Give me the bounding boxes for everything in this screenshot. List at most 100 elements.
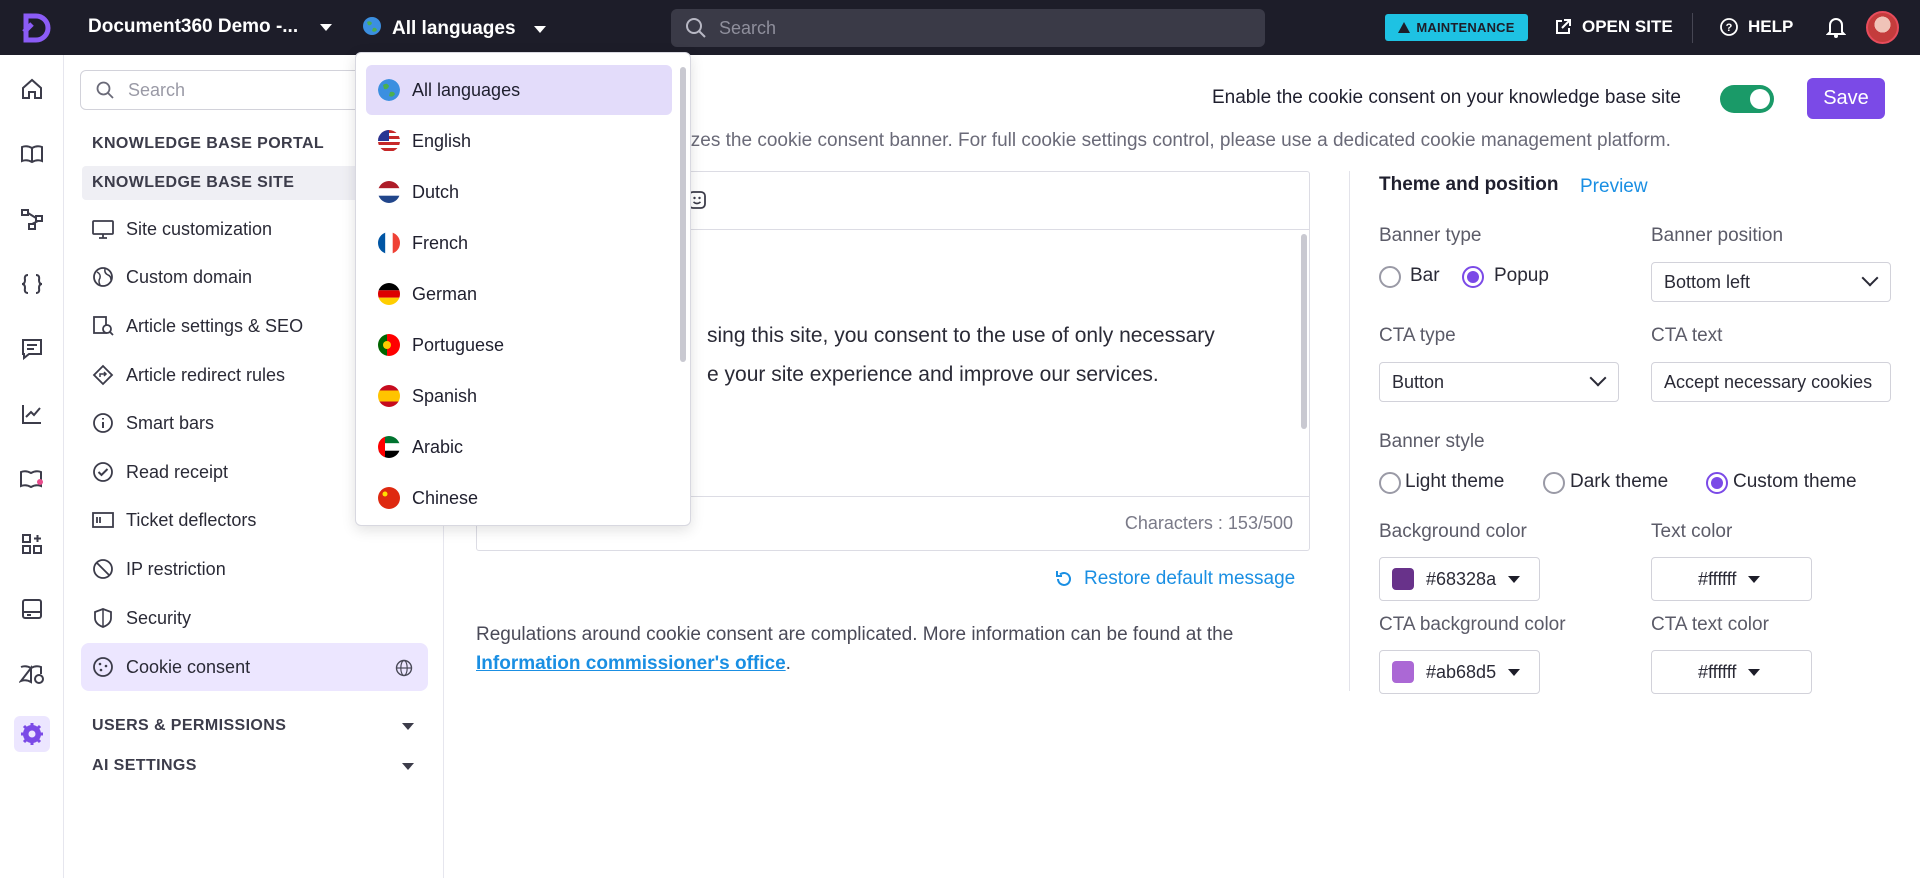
editor-message-text[interactable]: sing this site, you consent to the use o… bbox=[707, 316, 1215, 394]
cta-text-input[interactable]: Accept necessary cookies bbox=[1651, 362, 1891, 402]
sidebar-item-article-settings-seo[interactable]: Article settings & SEO bbox=[92, 315, 303, 337]
sidebar-item-security[interactable]: Security bbox=[92, 607, 191, 629]
light-theme-radio[interactable] bbox=[1379, 472, 1401, 494]
banner-type-popup-label[interactable]: Popup bbox=[1494, 265, 1549, 287]
widgets-icon[interactable] bbox=[18, 530, 46, 558]
project-selector[interactable]: Document360 Demo -... bbox=[88, 16, 333, 38]
character-count: Characters : 153/500 bbox=[1124, 513, 1293, 533]
sidebar-item-read-receipt[interactable]: Read receipt bbox=[92, 461, 228, 483]
language-option-german[interactable]: German bbox=[366, 269, 672, 319]
enable-cookie-label: Enable the cookie consent on your knowle… bbox=[1212, 87, 1681, 108]
notification-bell-icon[interactable] bbox=[1825, 16, 1847, 43]
language-option-english[interactable]: English bbox=[366, 116, 672, 166]
sidebar-item-site-customization[interactable]: Site customization bbox=[92, 218, 272, 240]
ai-book-icon[interactable] bbox=[18, 465, 46, 493]
sidebar-item-article-redirect-rules[interactable]: Article redirect rules bbox=[92, 364, 285, 386]
custom-theme-radio[interactable] bbox=[1706, 472, 1728, 494]
home-icon[interactable] bbox=[18, 75, 46, 103]
chevron-down-icon[interactable] bbox=[402, 763, 414, 770]
cta-type-select[interactable]: Button bbox=[1379, 362, 1619, 402]
banner-style-label: Banner style bbox=[1379, 431, 1485, 452]
cta-text-color-picker[interactable]: #ffffff bbox=[1651, 650, 1812, 694]
layout-panel-icon[interactable] bbox=[18, 595, 46, 623]
chevron-down-icon[interactable] bbox=[402, 723, 414, 730]
workflow-icon[interactable] bbox=[18, 205, 46, 233]
banner-type-bar-label[interactable]: Bar bbox=[1410, 265, 1440, 287]
light-theme-label[interactable]: Light theme bbox=[1405, 471, 1504, 493]
tab-preview[interactable]: Preview bbox=[1580, 176, 1648, 198]
chevron-down-icon bbox=[1589, 369, 1607, 387]
language-option-label: German bbox=[412, 283, 478, 304]
language-option-arabic[interactable]: Arabic bbox=[366, 422, 672, 472]
banner-type-bar-radio[interactable] bbox=[1379, 266, 1401, 288]
documentation-book-icon[interactable] bbox=[18, 140, 46, 168]
language-selector[interactable]: All languages bbox=[362, 16, 546, 42]
language-option-label: Dutch bbox=[412, 181, 460, 202]
api-braces-icon[interactable] bbox=[18, 270, 46, 298]
sidebar-item-smart-bars[interactable]: Smart bars bbox=[92, 412, 214, 434]
german-flag-icon bbox=[378, 283, 400, 305]
restore-default-label: Restore default message bbox=[1084, 568, 1296, 589]
panel-divider bbox=[1349, 171, 1350, 691]
search-icon bbox=[686, 18, 706, 38]
language-globe-icon[interactable] bbox=[395, 659, 413, 682]
language-option-portuguese[interactable]: Portuguese bbox=[366, 320, 672, 370]
language-option-chinese[interactable]: Chinese bbox=[366, 473, 672, 523]
tab-theme-position[interactable]: Theme and position bbox=[1379, 174, 1558, 196]
sidebar-item-ticket-deflectors[interactable]: Ticket deflectors bbox=[92, 509, 256, 531]
banner-position-select[interactable]: Bottom left bbox=[1651, 262, 1891, 302]
sidebar-item-custom-domain[interactable]: Custom domain bbox=[92, 266, 252, 288]
section-kb-site[interactable]: KNOWLEDGE BASE SITE bbox=[92, 174, 294, 192]
regulations-note: Regulations around cookie consent are co… bbox=[476, 620, 1316, 678]
sidebar-item-label: Custom domain bbox=[126, 266, 253, 287]
document360-logo-icon[interactable] bbox=[20, 12, 52, 44]
cta-type-value: Button bbox=[1392, 371, 1445, 392]
language-option-label: Portuguese bbox=[412, 334, 505, 355]
open-site-button[interactable]: OPEN SITE bbox=[1554, 17, 1673, 37]
language-option-label: English bbox=[412, 130, 472, 151]
banner-type-popup-radio[interactable] bbox=[1462, 266, 1484, 288]
cta-bg-color-value: #ab68d5 bbox=[1426, 661, 1497, 682]
text-color-picker[interactable]: #ffffff bbox=[1651, 557, 1812, 601]
editor-message-line: e your site experience and improve our s… bbox=[707, 363, 1159, 386]
cta-text-color-value: #ffffff bbox=[1698, 661, 1737, 682]
dark-theme-radio[interactable] bbox=[1543, 472, 1565, 494]
section-ai-settings[interactable]: AI SETTINGS bbox=[92, 757, 197, 775]
language-option-all[interactable]: All languages bbox=[366, 65, 672, 115]
portuguese-flag-icon bbox=[378, 334, 400, 356]
sidebar-item-label: Article redirect rules bbox=[126, 364, 286, 385]
restore-default-button[interactable]: Restore default message bbox=[1054, 568, 1295, 590]
globe-domain-icon bbox=[93, 267, 113, 287]
custom-theme-label[interactable]: Custom theme bbox=[1733, 471, 1857, 493]
section-users-permissions[interactable]: USERS & PERMISSIONS bbox=[92, 717, 286, 735]
section-kb-portal[interactable]: KNOWLEDGE BASE PORTAL bbox=[92, 135, 324, 153]
divider bbox=[1692, 13, 1693, 43]
maintenance-badge[interactable]: MAINTENANCE bbox=[1385, 14, 1528, 41]
sidebar-item-ip-restriction[interactable]: IP restriction bbox=[92, 558, 226, 580]
dark-theme-label[interactable]: Dark theme bbox=[1570, 471, 1668, 493]
kb-settings-icon[interactable] bbox=[18, 660, 46, 688]
global-search-input[interactable]: Search bbox=[671, 9, 1265, 47]
dropdown-scrollbar[interactable] bbox=[680, 67, 686, 362]
chevron-down-icon bbox=[1861, 269, 1879, 287]
settings-gear-icon[interactable] bbox=[14, 716, 50, 752]
cta-bg-color-picker[interactable]: #ab68d5 bbox=[1379, 650, 1540, 694]
sidebar-item-cookie-consent[interactable]: Cookie consent bbox=[92, 656, 250, 678]
language-option-dutch[interactable]: Dutch bbox=[366, 167, 672, 217]
feedback-chat-icon[interactable] bbox=[18, 335, 46, 363]
enable-cookie-toggle[interactable] bbox=[1720, 85, 1774, 113]
editor-scrollbar[interactable] bbox=[1301, 234, 1307, 429]
save-button[interactable]: Save bbox=[1807, 78, 1885, 119]
ico-link[interactable]: Information commissioner's office bbox=[476, 653, 786, 674]
regulations-end: . bbox=[785, 653, 791, 674]
help-button[interactable]: ? HELP bbox=[1720, 17, 1793, 37]
chevron-down-icon bbox=[533, 25, 546, 33]
bg-color-picker[interactable]: #68328a bbox=[1379, 557, 1540, 601]
analytics-icon[interactable] bbox=[18, 400, 46, 428]
language-option-spanish[interactable]: Spanish bbox=[366, 371, 672, 421]
bg-color-value: #68328a bbox=[1426, 568, 1497, 589]
language-option-label: French bbox=[412, 232, 469, 253]
user-avatar[interactable] bbox=[1866, 11, 1899, 44]
language-option-french[interactable]: French bbox=[366, 218, 672, 268]
sidebar-item-label: IP restriction bbox=[126, 558, 226, 579]
